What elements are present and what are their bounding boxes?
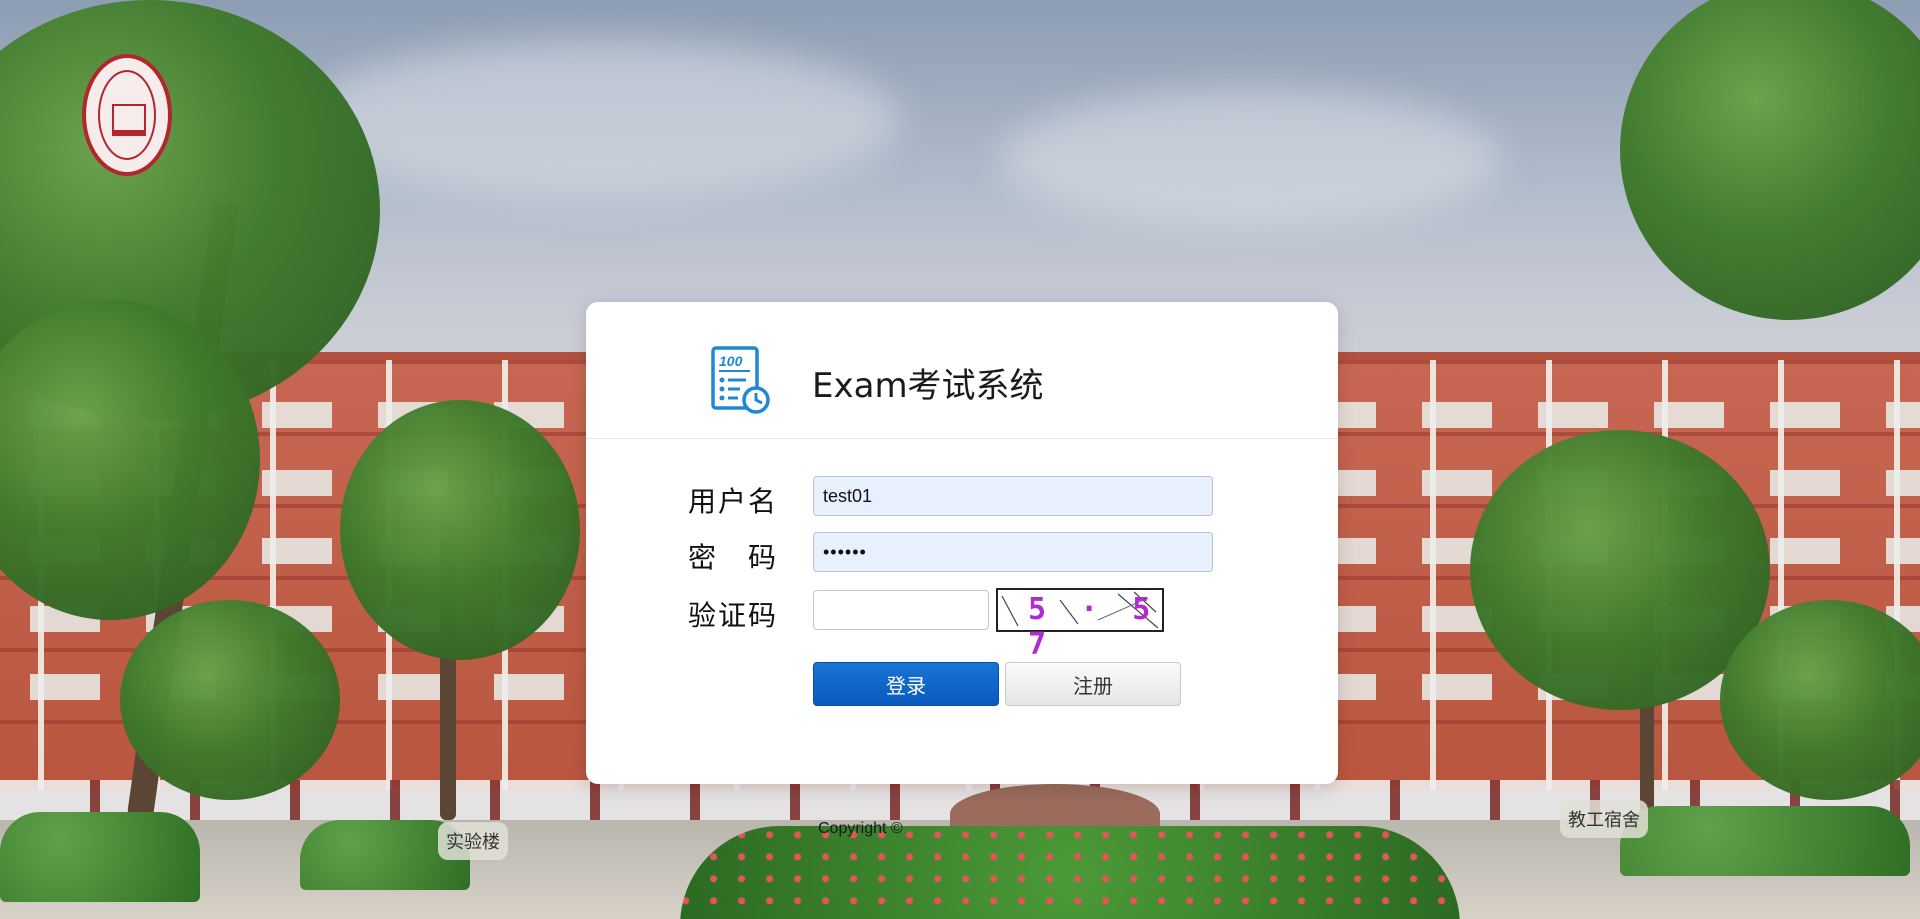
hedge	[1620, 806, 1910, 876]
tree	[340, 400, 580, 660]
captcha-input[interactable]	[813, 590, 989, 630]
register-button[interactable]: 注册	[1005, 662, 1181, 706]
username-label: 用户名	[688, 485, 779, 518]
login-button[interactable]: 登录	[813, 662, 999, 706]
login-card: 100 Exam考试系统 用户名 密 码 •••••• 验证码 5 · 5 7 …	[586, 302, 1338, 784]
password-label: 密 码	[688, 541, 779, 574]
captcha-label: 验证码	[688, 599, 779, 632]
tree	[120, 600, 340, 800]
flower-bed	[680, 826, 1460, 919]
login-card-header: 100 Exam考试系统	[586, 302, 1338, 439]
sign-lab-building: 实验楼	[438, 822, 508, 860]
sign-staff-dorm: 教工宿舍	[1560, 800, 1648, 838]
app-title: Exam考试系统	[812, 366, 1044, 406]
footer-copyright: Copyright ©	[818, 820, 903, 837]
captcha-text: 5 · 5 7	[1028, 592, 1159, 662]
hedge	[0, 812, 200, 902]
cloud	[1000, 90, 1500, 230]
school-logo-seal	[82, 54, 172, 176]
svg-text:100: 100	[719, 353, 743, 369]
exam-score-clock-icon: 100	[711, 346, 770, 414]
password-input[interactable]: ••••••	[813, 532, 1213, 572]
captcha-image[interactable]: 5 · 5 7	[996, 588, 1164, 662]
username-input[interactable]	[813, 476, 1213, 516]
cloud	[300, 40, 900, 200]
